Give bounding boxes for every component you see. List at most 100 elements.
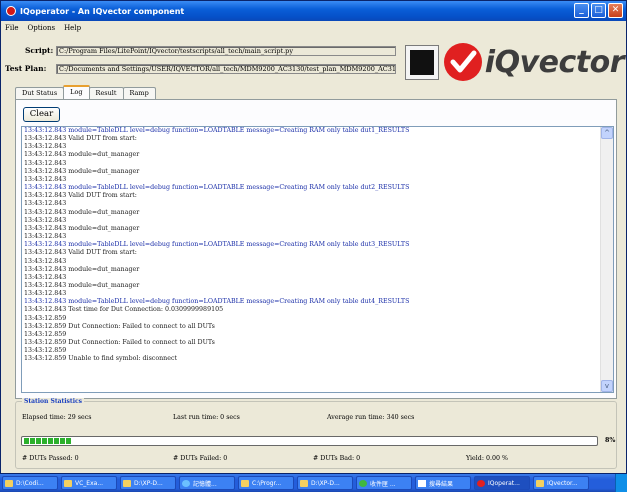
log-line: 13:43:12.843 — [24, 216, 67, 224]
taskbar-item[interactable]: 記憶體... — [179, 476, 235, 490]
menu-options[interactable]: Options — [27, 24, 55, 32]
progress-segment — [66, 438, 71, 444]
app-window: IQoperator - An IQvector component _ □ ✕… — [0, 0, 627, 474]
folder-icon — [536, 479, 544, 487]
doc-icon — [418, 479, 426, 487]
folder-icon — [64, 479, 72, 487]
clear-button[interactable]: Clear — [23, 107, 60, 122]
menu-bar: File Options Help — [1, 21, 626, 34]
log-line: 13:43:12.843 Valid DUT from start: — [24, 249, 137, 257]
iqvector-logo: iQvector — [444, 41, 625, 83]
taskbar-item-label: IQvector... — [547, 479, 578, 487]
station-statistics: Station Statistics Elapsed time: 29 secs… — [15, 398, 617, 469]
tab-bar: Dut Status Log Result Ramp — [15, 85, 156, 99]
taskbar-item-label: D:\XP-D... — [311, 479, 340, 487]
scroll-down-icon[interactable]: v — [601, 380, 613, 392]
checkmark-logo-icon — [444, 43, 482, 81]
taskbar-item-label: 搜尋結果 — [429, 480, 454, 488]
progress-segment — [24, 438, 29, 444]
taskbar-item[interactable]: VC_Exa... — [61, 476, 117, 490]
log-line: 13:43:12.843 Test time for Dut Connectio… — [24, 306, 224, 314]
log-line: 13:43:12.843 module=TableDLL level=debug… — [24, 127, 410, 134]
last-run-time: Last run time: 0 secs — [173, 414, 240, 421]
duts-bad: # DUTs Bad: 0 — [313, 455, 361, 462]
log-line: 13:43:12.859 Dut Connection: Failed to c… — [24, 322, 215, 330]
taskbar-item-label: 收件匣 ... — [370, 480, 396, 488]
progress-segment — [60, 438, 65, 444]
folder-icon — [5, 479, 13, 487]
progress-bar — [21, 436, 598, 446]
log-scrollbar[interactable]: ^ v — [600, 127, 613, 392]
script-label: Script: — [25, 46, 54, 55]
log-line: 13:43:12.843 module=dut_manager — [24, 281, 140, 289]
progress-percent: 8% — [605, 437, 616, 444]
menu-help[interactable]: Help — [64, 24, 81, 32]
log-line: 13:43:12.843 module=dut_manager — [24, 224, 140, 232]
taskbar-item[interactable]: IQvector... — [533, 476, 589, 490]
taskbar-item-label: D:\Codi... — [16, 479, 44, 487]
test-plan-label: Test Plan: — [5, 64, 47, 73]
log-line: 13:43:12.843 — [24, 257, 67, 265]
taskbar-item-label: D:\XP-D... — [134, 479, 163, 487]
yield: Yield: 0.00 % — [466, 455, 508, 462]
taskbar-item[interactable]: 搜尋結果 — [415, 476, 471, 490]
progress-segment — [48, 438, 53, 444]
menu-file[interactable]: File — [5, 24, 18, 32]
taskbar-item[interactable]: D:\XP-D... — [297, 476, 353, 490]
taskbar-item[interactable]: D:\XP-D... — [120, 476, 176, 490]
glob-icon — [182, 479, 190, 487]
script-path-field[interactable]: C:/Program Files/LitePoint/IQvector/test… — [56, 46, 396, 56]
log-line: 13:43:12.843 Valid DUT from start: — [24, 192, 137, 200]
system-tray[interactable] — [615, 474, 627, 492]
red-icon — [477, 479, 485, 487]
progress-segment — [42, 438, 47, 444]
log-line: 13:43:12.843 module=dut_manager — [24, 208, 140, 216]
taskbar-item-label: C:\Progr... — [252, 479, 282, 487]
taskbar-item-label: 記憶體... — [193, 480, 217, 488]
log-line: 13:43:12.843 module=dut_manager — [24, 167, 140, 175]
maximize-button[interactable]: □ — [591, 3, 606, 18]
log-line: 13:43:12.859 Dut Connection: Failed to c… — [24, 339, 215, 347]
stats-title: Station Statistics — [22, 398, 84, 405]
tab-dut-status[interactable]: Dut Status — [15, 87, 65, 99]
log-textarea[interactable]: 13:43:12.843 module=TableDLL level=debug… — [21, 126, 614, 393]
msn-icon — [359, 479, 367, 487]
tab-ramp[interactable]: Ramp — [122, 87, 156, 99]
progress-segment — [30, 438, 35, 444]
log-line: 13:43:12.859 — [24, 347, 67, 355]
log-line: 13:43:12.843 module=dut_manager — [24, 265, 140, 273]
app-icon — [6, 6, 16, 16]
window-title: IQoperator - An IQvector component — [20, 6, 185, 16]
taskbar-item-label: VC_Exa... — [75, 479, 104, 487]
taskbar-item[interactable]: D:\Codi... — [2, 476, 58, 490]
taskbar-item[interactable]: IQoperat... — [474, 476, 530, 490]
log-line: 13:43:12.843 — [24, 273, 67, 281]
minimize-button[interactable]: _ — [574, 3, 589, 18]
elapsed-time: Elapsed time: 29 secs — [22, 414, 92, 421]
stop-icon — [410, 50, 434, 75]
stop-button[interactable] — [405, 45, 439, 80]
test-plan-path-field[interactable]: C:/Documents and Settings/USER/IQVECTOR/… — [56, 64, 396, 74]
title-bar[interactable]: IQoperator - An IQvector component _ □ ✕ — [1, 1, 626, 21]
close-button[interactable]: ✕ — [608, 3, 623, 18]
scroll-up-icon[interactable]: ^ — [601, 127, 613, 139]
log-line: 13:43:12.859 — [24, 330, 67, 338]
log-panel: Clear 13:43:12.843 module=TableDLL level… — [15, 99, 617, 399]
log-line: 13:43:12.843 module=TableDLL level=debug… — [24, 184, 410, 192]
log-line: 13:43:12.843 — [24, 233, 67, 241]
log-line: 13:43:12.843 — [24, 175, 67, 183]
duts-passed: # DUTs Passed: 0 — [22, 455, 79, 462]
log-line: 13:43:12.843 — [24, 290, 67, 298]
log-line: 13:43:12.843 module=dut_manager — [24, 151, 140, 159]
log-lines: 13:43:12.843 module=TableDLL level=debug… — [24, 127, 598, 364]
tab-result[interactable]: Result — [88, 87, 124, 99]
log-line: 13:43:12.843 module=TableDLL level=debug… — [24, 241, 410, 249]
tab-log[interactable]: Log — [63, 85, 90, 99]
log-line: 13:43:12.843 — [24, 200, 67, 208]
progress-segment — [36, 438, 41, 444]
folder-icon — [123, 479, 131, 487]
log-line: 13:43:12.859 Unable to find symbol: disc… — [24, 355, 178, 363]
taskbar-item[interactable]: C:\Progr... — [238, 476, 294, 490]
progress-segment — [54, 438, 59, 444]
taskbar-item[interactable]: 收件匣 ... — [356, 476, 412, 490]
